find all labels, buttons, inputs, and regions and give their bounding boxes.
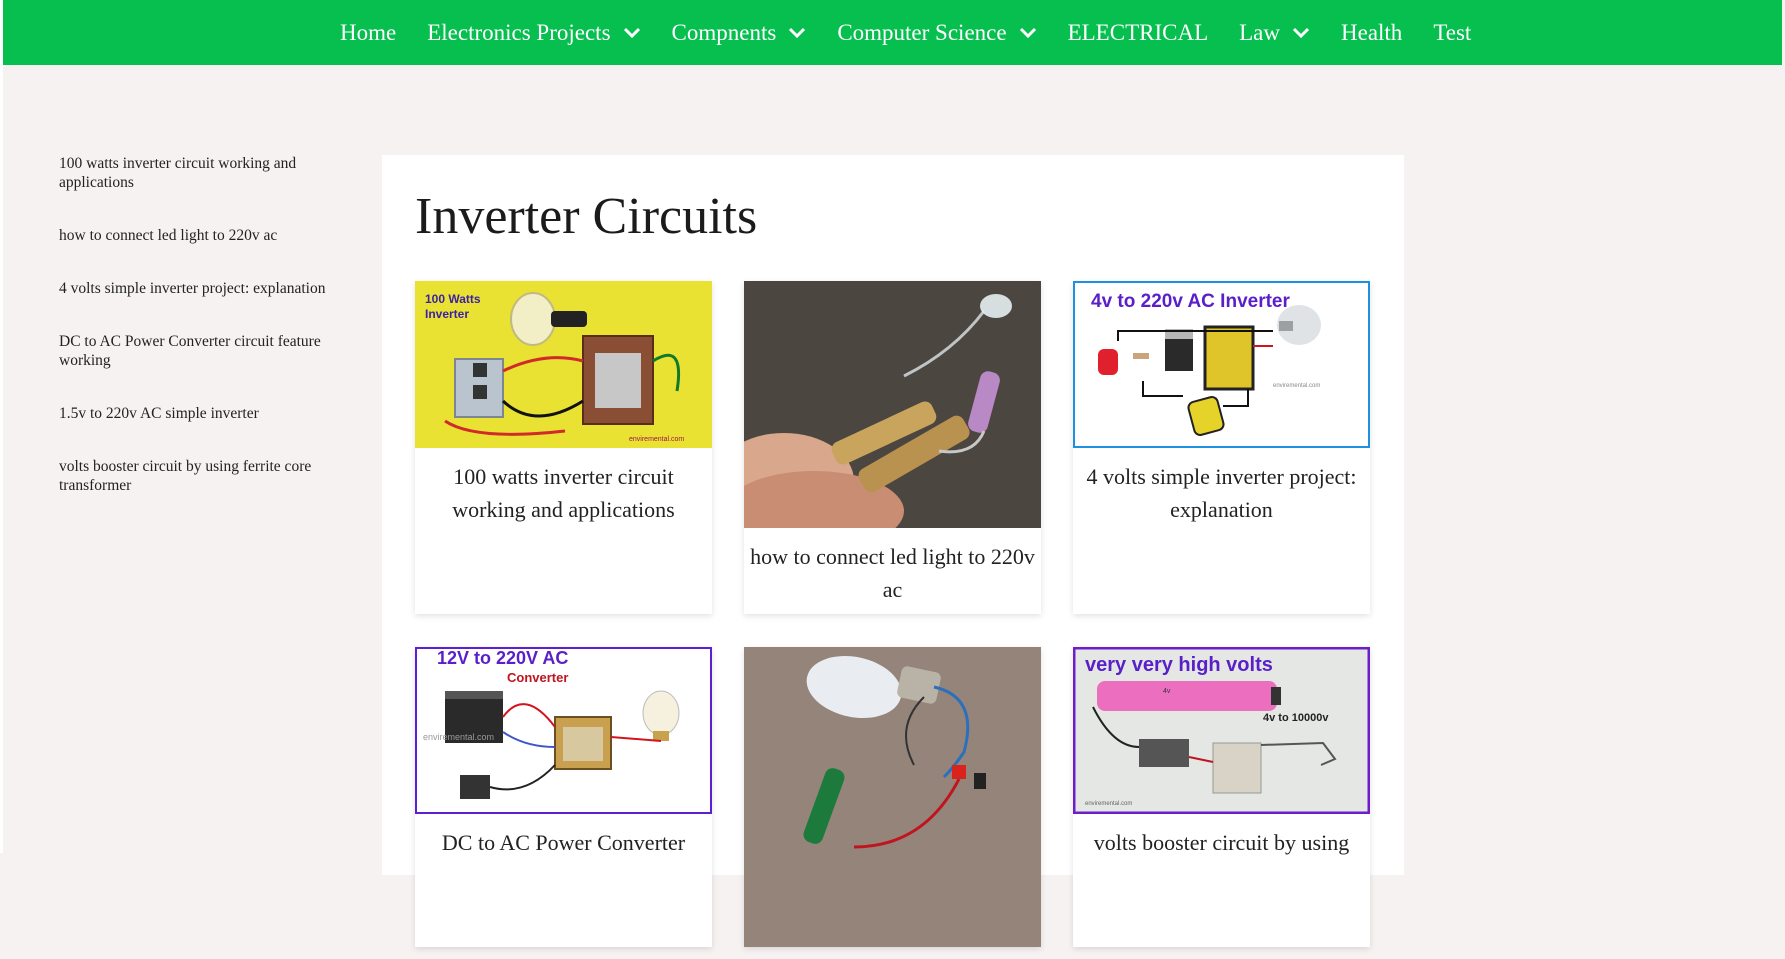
high-volts-booster-image: very very high volts 4v 4v to 10000v env… xyxy=(1073,647,1370,814)
nav-electrical-label: ELECTRICAL xyxy=(1067,19,1209,45)
nav-home-label: Home xyxy=(340,19,397,45)
post-thumbnail[interactable]: very very high volts 4v 4v to 10000v env… xyxy=(1073,647,1370,814)
post-card[interactable]: how to connect led light to 220v ac xyxy=(744,281,1041,614)
nav-electronics-projects[interactable]: Electronics Projects xyxy=(427,20,640,46)
post-card[interactable]: very very high volts 4v 4v to 10000v env… xyxy=(1073,647,1370,947)
image-caption-text: 4v xyxy=(1163,688,1171,695)
nav-test-label: Test xyxy=(1433,19,1472,45)
watermark-text: enviremental.com xyxy=(423,732,494,742)
image-caption-text: 4v to 10000v xyxy=(1263,712,1329,724)
post-card[interactable] xyxy=(744,647,1041,947)
post-title[interactable]: 4 volts simple inverter project: explana… xyxy=(1073,448,1370,526)
led-220v-image xyxy=(744,281,1041,528)
sidebar-recent-posts: 100 watts inverter circuit working and a… xyxy=(59,154,329,529)
chevron-down-icon[interactable] xyxy=(1019,27,1037,39)
inverter-4v-image: 4v to 220v AC Inverter enviremental.com xyxy=(1073,281,1370,448)
nav-electronics-projects-label: Electronics Projects xyxy=(427,19,611,45)
inverter-100w-image: 100 Watts Inverter enviremental.com xyxy=(415,281,712,448)
sidebar-link[interactable]: 4 volts simple inverter project: explana… xyxy=(59,279,329,298)
page-left-strip xyxy=(0,0,3,853)
nav-components-label: Compnents xyxy=(671,19,777,45)
post-card[interactable]: 100 Watts Inverter enviremental.com 100 … xyxy=(415,281,712,614)
led-bulb-image xyxy=(744,647,1041,947)
converter-12v-image: 12V to 220V AC Converter enviremental.co… xyxy=(415,647,712,814)
main-menu: Home Electronics Projects Compnents Comp… xyxy=(340,0,1502,65)
post-thumbnail[interactable] xyxy=(744,281,1041,528)
post-title[interactable] xyxy=(744,947,1041,959)
sidebar-link[interactable]: DC to AC Power Converter circuit feature… xyxy=(59,332,329,370)
nav-law[interactable]: Law xyxy=(1239,20,1310,46)
watermark-text: enviremental.com xyxy=(629,436,684,443)
post-card[interactable]: 12V to 220V AC Converter enviremental.co… xyxy=(415,647,712,947)
image-caption-text: 12V to 220V AC xyxy=(437,648,568,668)
post-title[interactable]: 100 watts inverter circuit working and a… xyxy=(415,448,712,526)
nav-test[interactable]: Test xyxy=(1433,20,1471,46)
main-content-panel: Inverter Circuits 100 Watts Inverter env… xyxy=(382,155,1404,947)
post-thumbnail[interactable]: 4v to 220v AC Inverter enviremental.com xyxy=(1073,281,1370,448)
chevron-down-icon[interactable] xyxy=(1292,27,1310,39)
nav-computer-science-label: Computer Science xyxy=(837,19,1007,45)
post-card[interactable]: 4v to 220v AC Inverter enviremental.com … xyxy=(1073,281,1370,614)
sidebar-link[interactable]: volts booster circuit by using ferrite c… xyxy=(59,457,329,495)
page-title: Inverter Circuits xyxy=(415,188,758,245)
chevron-down-icon[interactable] xyxy=(623,27,641,39)
nav-components[interactable]: Compnents xyxy=(672,20,807,46)
watermark-text: enviremental.com xyxy=(1085,801,1132,807)
chevron-down-icon[interactable] xyxy=(788,27,806,39)
nav-home[interactable]: Home xyxy=(340,20,396,46)
image-caption-text: 4v to 220v AC Inverter xyxy=(1091,291,1290,312)
post-title[interactable]: volts booster circuit by using xyxy=(1073,814,1370,859)
nav-health[interactable]: Health xyxy=(1341,20,1402,46)
post-title[interactable]: how to connect led light to 220v ac xyxy=(744,528,1041,606)
nav-electrical[interactable]: ELECTRICAL xyxy=(1068,20,1209,46)
post-thumbnail[interactable]: 12V to 220V AC Converter enviremental.co… xyxy=(415,647,712,814)
nav-law-label: Law xyxy=(1239,19,1280,45)
sidebar-link[interactable]: how to connect led light to 220v ac xyxy=(59,226,329,245)
image-caption-text: Inverter xyxy=(425,307,469,321)
sidebar-link[interactable]: 1.5v to 220v AC simple inverter xyxy=(59,404,329,423)
post-title[interactable]: DC to AC Power Converter xyxy=(415,814,712,859)
watermark-text: enviremental.com xyxy=(1273,383,1320,389)
image-caption-text: 100 Watts xyxy=(425,292,481,306)
nav-health-label: Health xyxy=(1341,19,1403,45)
image-caption-text: Converter xyxy=(507,670,568,685)
image-caption-text: very very high volts xyxy=(1085,654,1273,676)
top-navigation-bar: Home Electronics Projects Compnents Comp… xyxy=(3,0,1782,65)
nav-computer-science[interactable]: Computer Science xyxy=(837,20,1036,46)
post-thumbnail[interactable] xyxy=(744,647,1041,947)
sidebar-link[interactable]: 100 watts inverter circuit working and a… xyxy=(59,154,329,192)
post-thumbnail[interactable]: 100 Watts Inverter enviremental.com xyxy=(415,281,712,448)
